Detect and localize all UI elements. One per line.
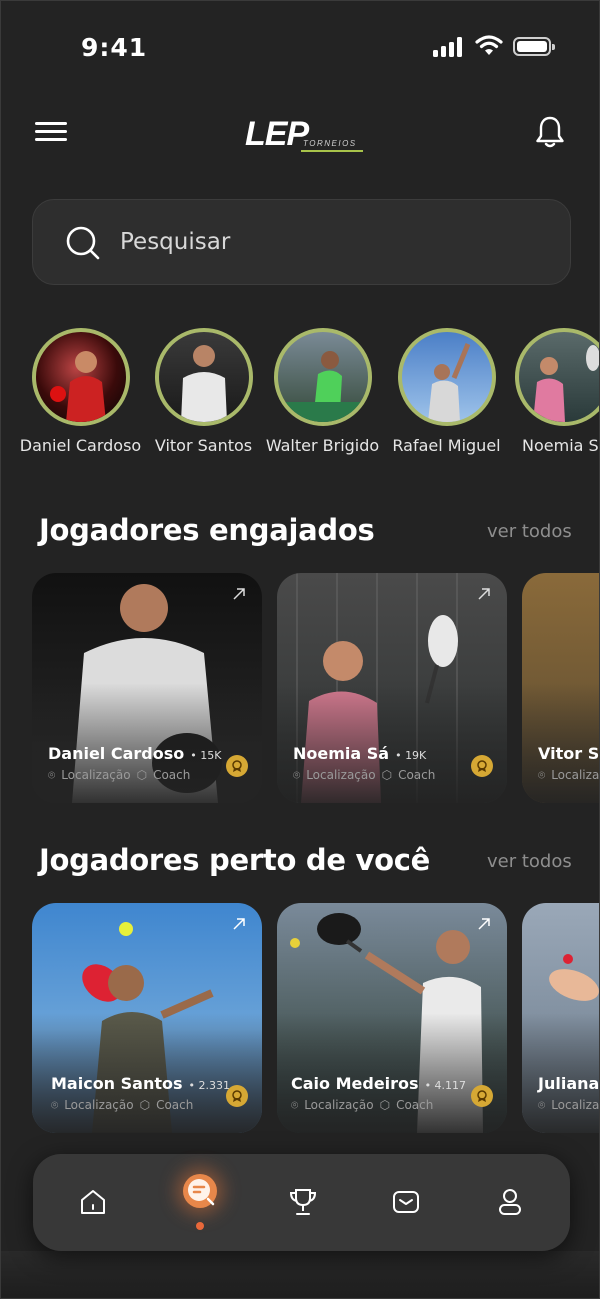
location-pin-icon: ⌾ xyxy=(538,768,546,782)
avatar xyxy=(31,328,130,426)
home-icon[interactable] xyxy=(73,1182,113,1222)
story-name: Daniel Cardoso xyxy=(19,436,142,455)
see-all-engaged-link[interactable]: ver todos xyxy=(487,521,572,542)
bottom-nav xyxy=(33,1154,570,1251)
medal-badge-icon xyxy=(226,1085,248,1107)
story-rafael-miguel[interactable]: Rafael Miguel xyxy=(384,328,509,455)
player-meta: ⌾ Localiza xyxy=(538,1098,600,1112)
player-meta: ⌾Localizaç xyxy=(538,768,600,782)
follower-count: • 2.331 xyxy=(188,1079,230,1092)
search-placeholder: Pesquisar xyxy=(120,229,231,255)
logo-subtitle: TORNEIOS xyxy=(303,139,357,148)
profile-icon[interactable] xyxy=(490,1182,530,1222)
avatar xyxy=(154,328,253,426)
medal-badge-icon xyxy=(471,755,493,777)
section-title-engaged: Jogadores engajados xyxy=(39,513,375,547)
player-name: Noemia Sá • 19K xyxy=(293,744,427,763)
active-indicator-dot xyxy=(196,1222,204,1230)
player-name: Juliana F xyxy=(538,1074,600,1093)
logo-text: LEP xyxy=(245,115,309,153)
player-meta: ⌾ Localização ⬡ Coach xyxy=(293,768,436,782)
coach-icon: ⬡ xyxy=(381,768,393,782)
open-arrow-icon[interactable] xyxy=(232,917,246,931)
location-pin-icon: ⌾ xyxy=(293,768,301,782)
coach-icon: ⬡ xyxy=(136,768,148,782)
player-name: Daniel Cardoso • 15K xyxy=(48,744,222,763)
open-arrow-icon[interactable] xyxy=(232,587,246,601)
story-walter-brigido[interactable]: Walter Brigido xyxy=(260,328,385,455)
feed-search-icon[interactable] xyxy=(183,1174,217,1208)
location-pin-icon: ⌾ xyxy=(291,1098,299,1112)
status-time: 9:41 xyxy=(81,33,148,62)
logo-underline xyxy=(301,150,363,152)
story-daniel-cardoso[interactable]: Daniel Cardoso xyxy=(18,328,143,455)
location-pin-icon: ⌾ xyxy=(538,1098,546,1112)
cellular-signal-icon xyxy=(433,37,465,57)
player-name: Vitor Sar xyxy=(538,744,600,763)
open-arrow-icon[interactable] xyxy=(477,917,491,931)
story-name: Noemia Sá xyxy=(522,436,600,455)
avatar xyxy=(273,328,372,426)
story-noemia-sa[interactable]: Noemia Sá xyxy=(504,328,600,455)
search-icon xyxy=(66,226,100,260)
battery-icon xyxy=(513,37,555,56)
player-meta: ⌾ Localização ⬡ Coach xyxy=(48,768,191,782)
bell-icon[interactable] xyxy=(534,115,566,149)
story-name: Rafael Miguel xyxy=(392,436,501,455)
follower-count: • 19K xyxy=(395,749,427,762)
medal-badge-icon xyxy=(471,1085,493,1107)
app-logo: LEP TORNEIOS xyxy=(245,115,365,157)
menu-icon[interactable] xyxy=(35,122,67,142)
player-meta: ⌾ Localização ⬡ Coach xyxy=(51,1098,194,1112)
player-meta: ⌾ Localização ⬡ Coach xyxy=(291,1098,434,1112)
player-card[interactable]: Juliana F ⌾Localiza xyxy=(522,903,600,1133)
follower-count: • 15K xyxy=(190,749,222,762)
search-input[interactable]: Pesquisar xyxy=(32,199,571,285)
app-screen: 9:41 LEP TORNEIOS Pesquisar Daniel Cardo… xyxy=(0,0,600,1299)
trophy-icon[interactable] xyxy=(283,1182,323,1222)
player-card[interactable]: Daniel Cardoso • 15K ⌾ Localização ⬡ Coach xyxy=(32,573,262,803)
open-arrow-icon[interactable] xyxy=(477,587,491,601)
avatar xyxy=(515,328,599,426)
medal-badge-icon xyxy=(226,755,248,777)
coach-icon: ⬡ xyxy=(139,1098,151,1112)
coach-icon: ⬡ xyxy=(379,1098,391,1112)
player-card[interactable]: Caio Medeiros • 4.117 ⌾ Localização ⬡ Coach xyxy=(277,903,507,1133)
player-card[interactable]: Maicon Santos • 2.331 ⌾ Localização ⬡ Coach xyxy=(32,903,262,1133)
player-card[interactable]: Vitor Sar ⌾Localizaç xyxy=(522,573,600,803)
story-name: Vitor Santos xyxy=(154,436,253,455)
wifi-icon xyxy=(475,35,503,55)
story-name: Walter Brigido xyxy=(265,436,380,455)
avatar xyxy=(397,328,496,426)
story-vitor-santos[interactable]: Vitor Santos xyxy=(141,328,266,455)
location-pin-icon: ⌾ xyxy=(51,1098,59,1112)
location-pin-icon: ⌾ xyxy=(48,768,56,782)
follower-count: • 4.117 xyxy=(424,1079,467,1092)
player-name: Maicon Santos • 2.331 xyxy=(51,1074,230,1093)
section-title-nearby: Jogadores perto de você xyxy=(39,843,430,877)
player-card[interactable]: Noemia Sá • 19K ⌾ Localização ⬡ Coach xyxy=(277,573,507,803)
see-all-nearby-link[interactable]: ver todos xyxy=(487,851,572,872)
player-name: Caio Medeiros • 4.117 xyxy=(291,1074,467,1093)
inbox-icon[interactable] xyxy=(386,1182,426,1222)
status-bar: 9:41 xyxy=(1,1,599,91)
